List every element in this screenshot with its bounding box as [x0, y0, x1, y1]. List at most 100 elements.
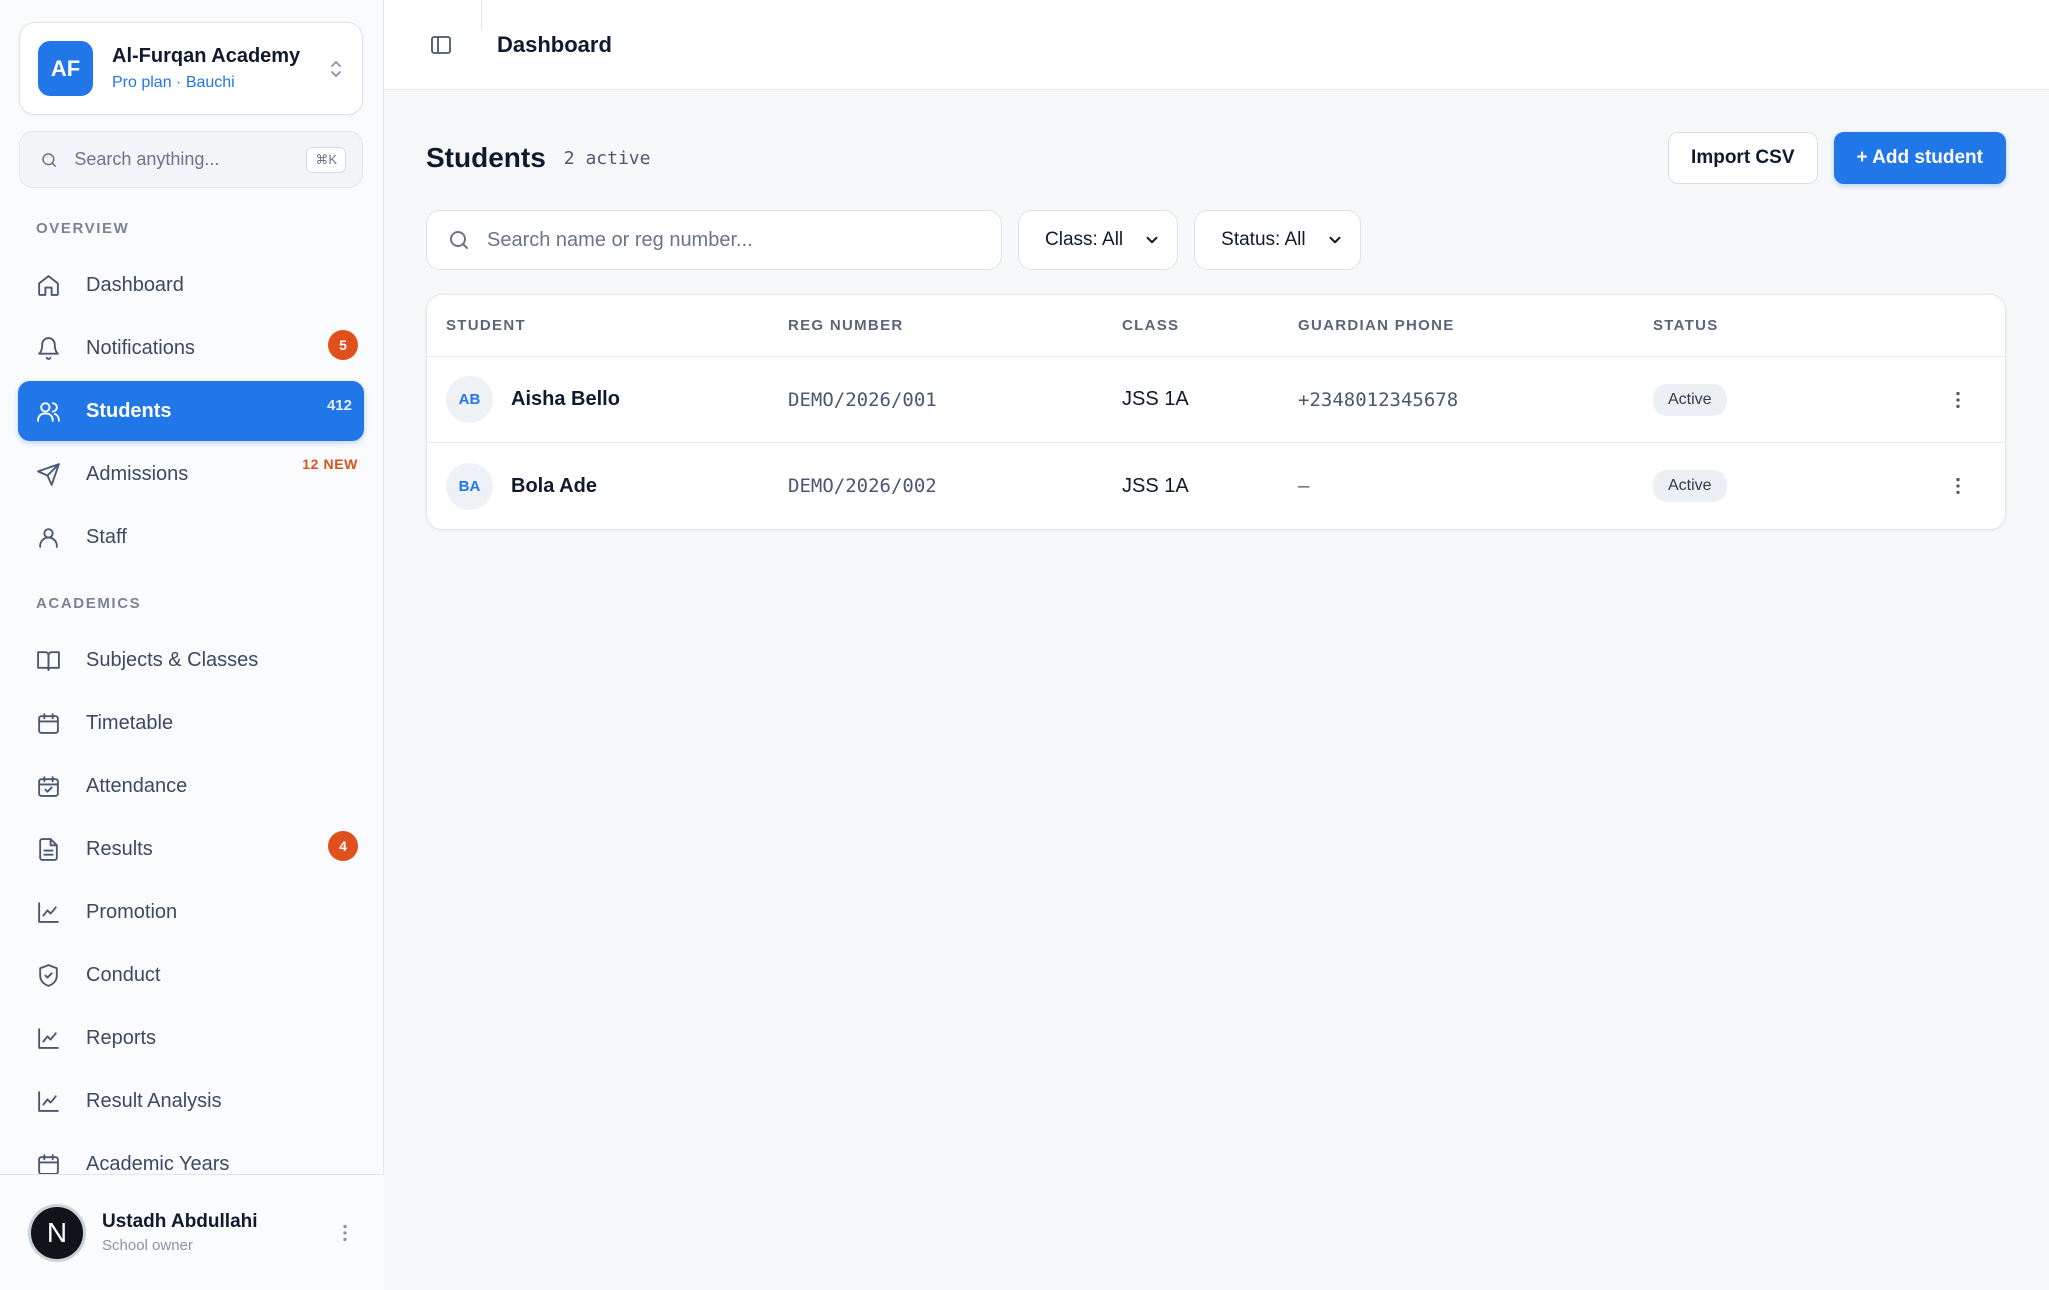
more-vertical-icon[interactable]: [334, 1222, 356, 1244]
sidebar-item-label: Subjects & Classes: [86, 648, 259, 671]
sidebar-item-label: Dashboard: [86, 273, 184, 296]
student-search-input[interactable]: [487, 228, 981, 252]
table-header: STUDENT REG NUMBER CLASS GUARDIAN PHONE …: [427, 295, 2005, 357]
row-actions: [1893, 475, 2005, 497]
sidebar-item-label: Students: [86, 399, 172, 422]
sidebar-item-attendance[interactable]: Attendance: [18, 756, 364, 816]
calendar-icon: [36, 711, 61, 736]
row-actions: [1893, 389, 2005, 411]
sidebar-item-label: Conduct: [86, 963, 161, 986]
sidebar-item-label: Timetable: [86, 711, 174, 734]
guardian-phone: –: [1298, 475, 1310, 497]
student-name: Bola Ade: [511, 474, 597, 497]
shield-check-icon: [36, 963, 61, 988]
column-header-student: STUDENT: [446, 317, 526, 334]
page-header: Students 2 active Import CSV + Add stude…: [426, 132, 2006, 184]
student-name: Aisha Bello: [511, 388, 620, 410]
status-cell: Active: [1653, 470, 1893, 502]
user-role: School owner: [102, 1237, 193, 1254]
page-actions: Import CSV + Add student: [1668, 132, 2006, 184]
chart-line-icon: [36, 1089, 61, 1114]
user-profile[interactable]: N Ustadh Abdullahi School owner: [0, 1174, 384, 1290]
calendar-icon: [36, 1152, 61, 1177]
students-table: STUDENT REG NUMBER CLASS GUARDIAN PHONE …: [426, 294, 2006, 530]
school-switcher[interactable]: AF Al-Furqan Academy Pro plan · Bauchi: [19, 22, 363, 115]
sidebar-item-result-analysis[interactable]: Result Analysis: [18, 1071, 364, 1131]
sidebar-item-dashboard[interactable]: Dashboard: [18, 255, 364, 315]
sidebar: AF Al-Furqan Academy Pro plan · Bauchi ⌘…: [0, 0, 384, 1290]
sidebar-item-conduct[interactable]: Conduct: [18, 945, 364, 1005]
column-header-status: STATUS: [1653, 317, 1719, 334]
sidebar-item-staff[interactable]: Staff: [18, 507, 364, 567]
class-name: JSS 1A: [1122, 388, 1189, 410]
user-info: Ustadh Abdullahi School owner: [102, 1211, 334, 1254]
students-count: 412: [326, 397, 352, 414]
school-plan: Pro plan · Bauchi: [112, 74, 235, 91]
sidebar-item-promotion[interactable]: Promotion: [18, 882, 364, 942]
sidebar-item-results[interactable]: Results 4: [18, 819, 364, 879]
sidebar-item-label: Admissions: [86, 462, 189, 485]
active-count: 2 active: [563, 147, 651, 169]
add-student-button[interactable]: + Add student: [1833, 132, 2006, 184]
more-vertical-icon[interactable]: [1947, 389, 1969, 411]
status-filter-value: Status: All: [1221, 229, 1306, 250]
main-content: Dashboard Students 2 active Import CSV +…: [384, 0, 2049, 1290]
status-filter-select[interactable]: Status: All: [1194, 210, 1361, 270]
reg-number: DEMO/2026/002: [788, 475, 937, 497]
sidebar-item-reports[interactable]: Reports: [18, 1008, 364, 1068]
results-badge: 4: [328, 831, 358, 861]
chevron-down-icon: [1326, 231, 1344, 249]
sidebar-item-label: Result Analysis: [86, 1089, 222, 1112]
chevron-down-icon: [1143, 231, 1161, 249]
admissions-new-tag: 12 NEW: [302, 456, 358, 472]
sidebar-item-subjects-classes[interactable]: Subjects & Classes: [18, 630, 364, 690]
nav-section-overview: OVERVIEW: [36, 220, 130, 237]
home-icon: [36, 273, 61, 298]
table-row[interactable]: AB Aisha Bello DEMO/2026/001 JSS 1A +234…: [427, 357, 2005, 443]
user-icon: [36, 525, 61, 550]
table-row[interactable]: BA Bola Ade DEMO/2026/002 JSS 1A – Activ…: [427, 443, 2005, 529]
topbar-divider: [481, 0, 482, 30]
page-title: Students: [426, 142, 546, 173]
sidebar-item-students[interactable]: Students 412: [18, 381, 364, 441]
student-avatar: BA: [446, 462, 493, 510]
sidebar-item-label: Academic Years: [86, 1152, 230, 1175]
sidebar-item-admissions[interactable]: Admissions 12 NEW: [18, 444, 364, 504]
status-cell: Active: [1653, 383, 1893, 416]
search-shortcut-key: ⌘K: [306, 146, 346, 173]
class-name: JSS 1A: [1122, 474, 1189, 497]
class-filter-select[interactable]: Class: All: [1018, 210, 1179, 270]
sidebar-item-label: Attendance: [86, 774, 188, 797]
column-header-guardian-phone: GUARDIAN PHONE: [1298, 317, 1455, 334]
chart-line-icon: [36, 900, 61, 925]
more-vertical-icon[interactable]: [1947, 475, 1969, 497]
sidebar-toggle-icon[interactable]: [429, 33, 453, 57]
sidebar-search-input[interactable]: [74, 149, 307, 170]
sidebar-item-label: Staff: [86, 525, 127, 548]
page-breadcrumb: Dashboard: [497, 31, 612, 57]
avatar: N: [28, 1203, 86, 1262]
school-info: Al-Furqan Academy Pro plan · Bauchi: [112, 45, 328, 92]
chart-line-icon: [36, 1026, 61, 1051]
school-logo: AF: [38, 41, 93, 96]
student-avatar: AB: [446, 376, 493, 423]
sidebar-item-timetable[interactable]: Timetable: [18, 693, 364, 753]
sidebar-item-label: Results: [86, 837, 153, 860]
class-filter-value: Class: All: [1045, 229, 1124, 250]
users-icon: [36, 399, 61, 424]
student-cell: AB Aisha Bello: [427, 376, 788, 423]
book-icon: [36, 648, 61, 673]
search-icon: [447, 228, 471, 252]
import-csv-button[interactable]: Import CSV: [1668, 132, 1818, 184]
search-icon: [40, 149, 58, 171]
sidebar-item-notifications[interactable]: Notifications 5: [18, 318, 364, 378]
filter-bar: Class: All Status: All: [426, 210, 1361, 270]
chevrons-up-down-icon: [328, 58, 344, 80]
file-text-icon: [36, 837, 61, 862]
send-icon: [36, 462, 61, 487]
status-badge: Active: [1653, 470, 1727, 502]
guardian-phone: +2348012345678: [1298, 388, 1459, 411]
student-cell: BA Bola Ade: [427, 462, 788, 510]
sidebar-item-label: Promotion: [86, 900, 178, 923]
bell-icon: [36, 336, 61, 361]
